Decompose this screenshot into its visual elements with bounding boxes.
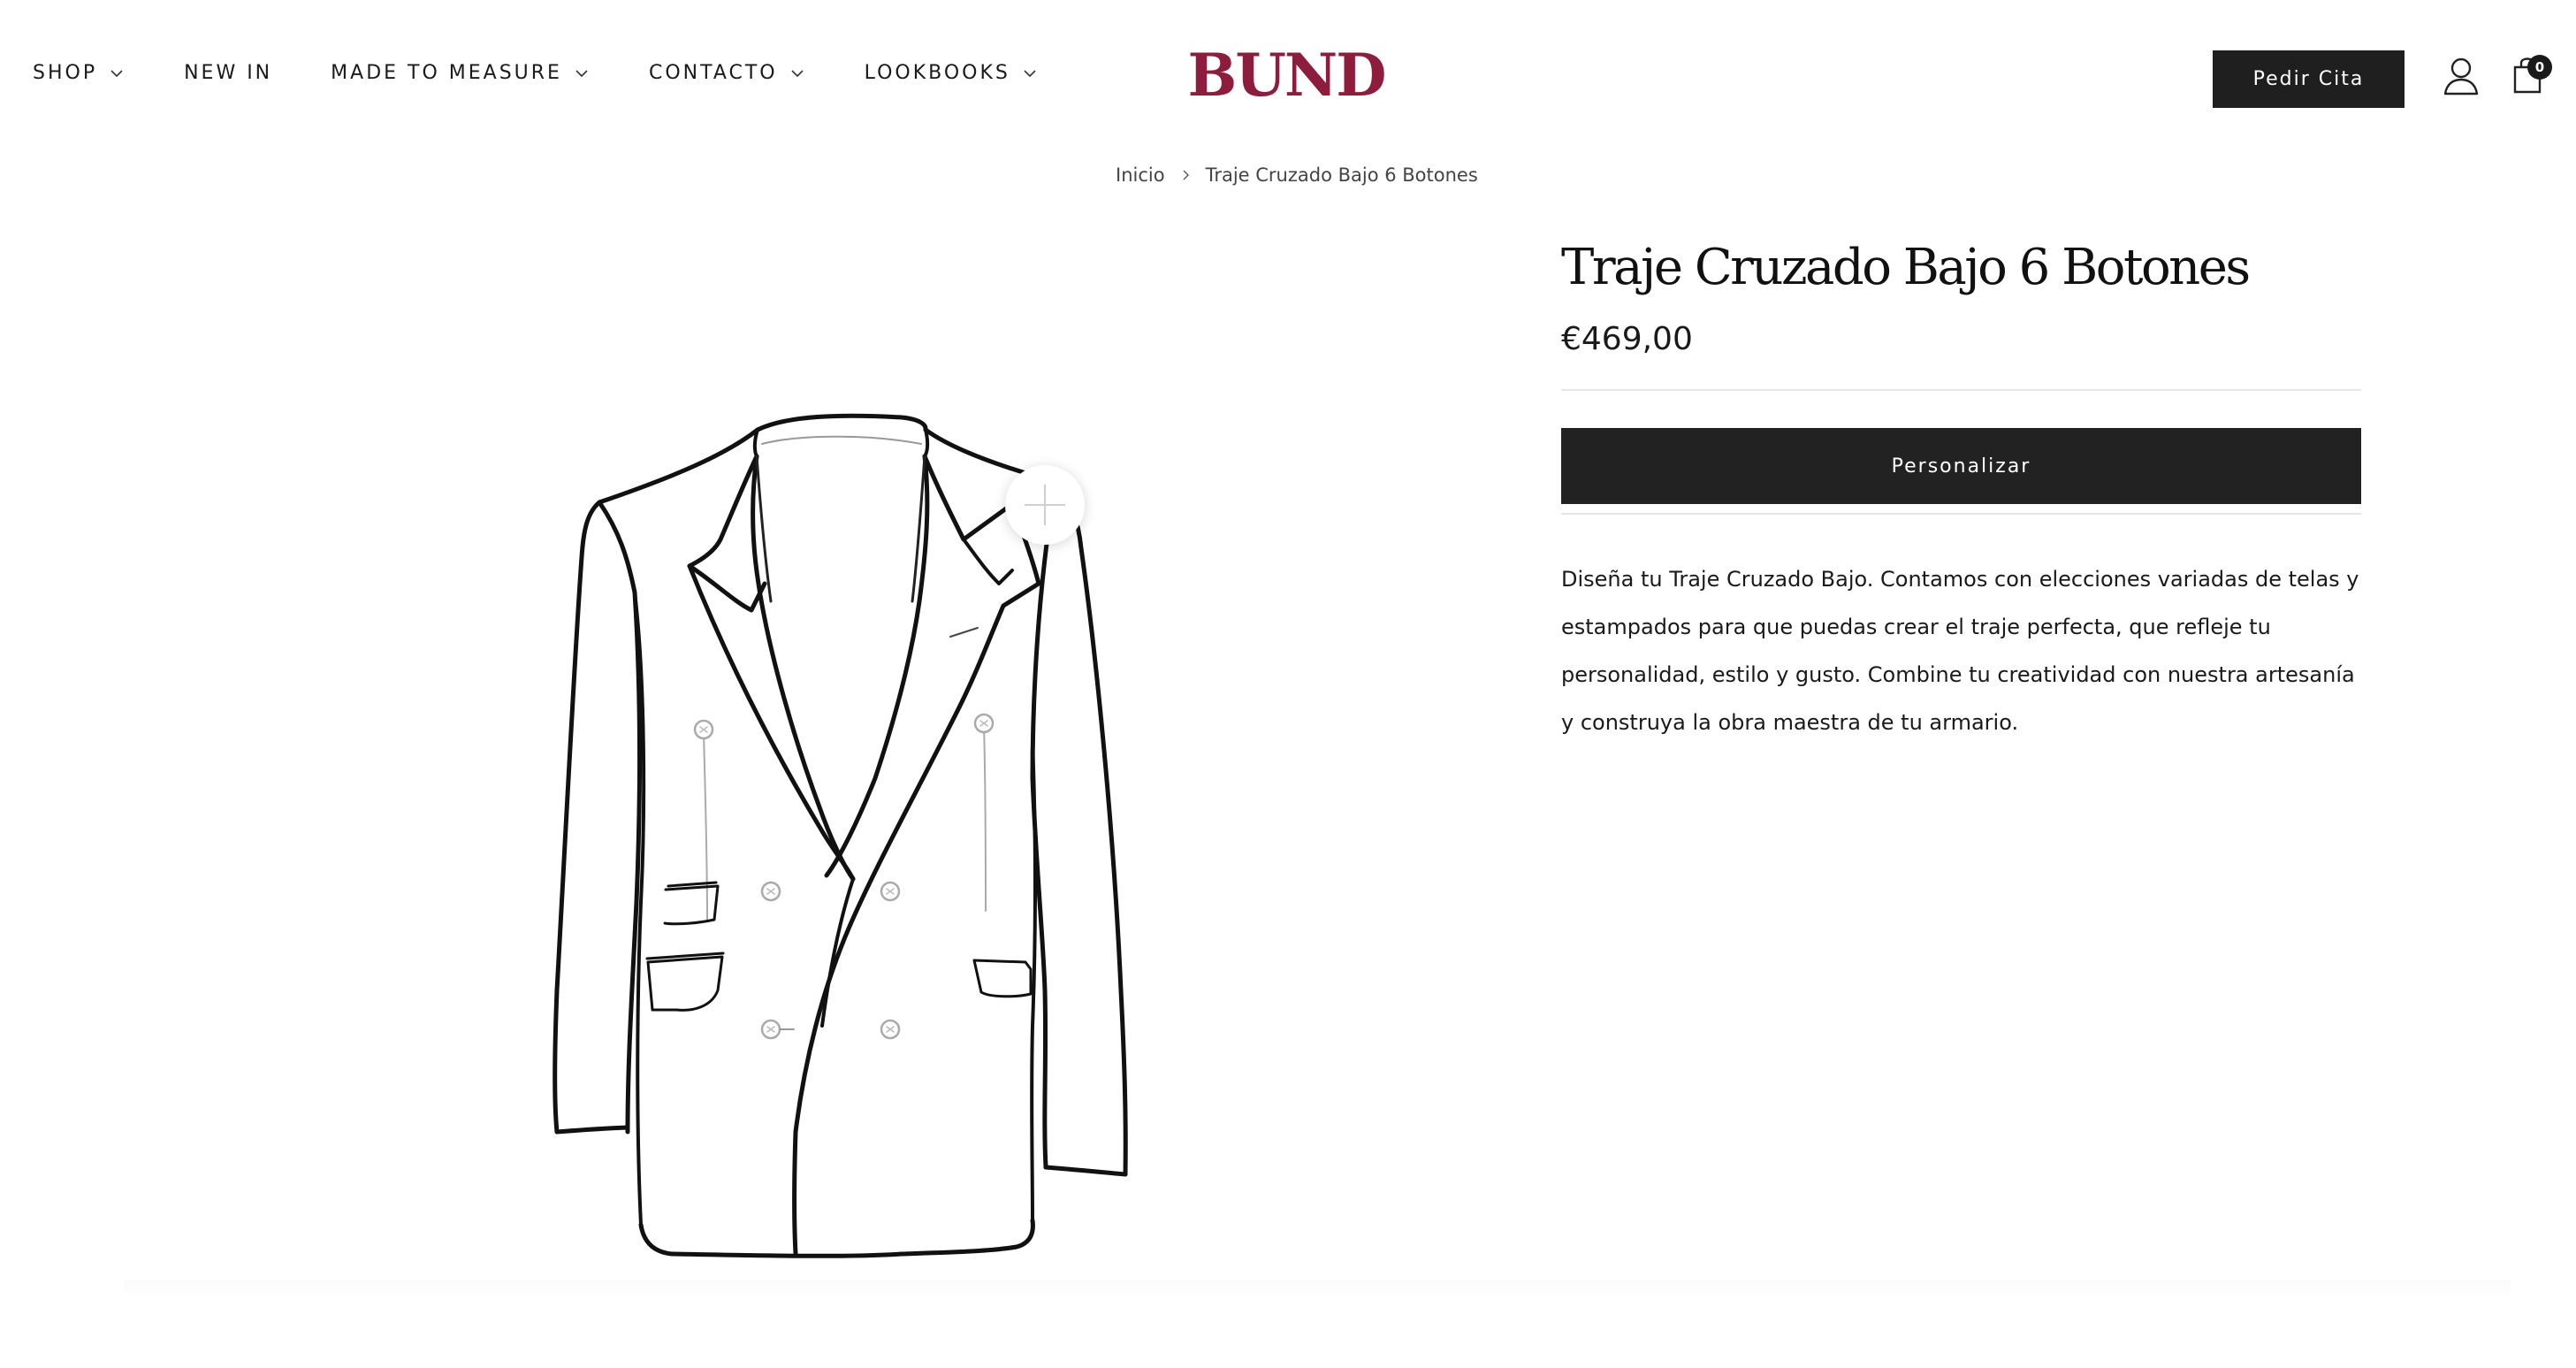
chevron-down-icon — [111, 69, 123, 77]
nav-item-label: SHOP — [33, 62, 98, 84]
chevron-down-icon — [791, 69, 804, 77]
main-nav: SHOP NEW IN MADE TO MEASURE CONTACTO LOO… — [33, 62, 1097, 84]
nav-item-new-in[interactable]: NEW IN — [184, 62, 272, 84]
gallery-bottom-fade — [124, 1280, 2511, 1298]
personalize-button[interactable]: Personalizar — [1561, 428, 2361, 504]
chevron-down-icon — [575, 69, 588, 77]
nav-item-label: LOOKBOOKS — [864, 62, 1010, 84]
breadcrumb: Inicio Traje Cruzado Bajo 6 Botones — [1116, 164, 1478, 186]
nav-item-label: NEW IN — [184, 62, 273, 84]
product-description: Diseña tu Traje Cruzado Bajo. Contamos c… — [1561, 567, 2359, 735]
plus-icon — [1025, 485, 1065, 525]
divider — [1561, 389, 2361, 391]
brand-logo[interactable]: BUND — [1188, 35, 1387, 115]
zoom-button[interactable] — [1005, 465, 1085, 545]
nav-item-lookbooks[interactable]: LOOKBOOKS — [865, 62, 1039, 84]
book-appointment-button[interactable]: Pedir Cita — [2213, 50, 2405, 108]
divider — [1561, 513, 2361, 515]
product-title: Traje Cruzado Bajo 6 Botones — [1561, 239, 2251, 296]
nav-item-made-to-measure[interactable]: MADE TO MEASURE — [331, 62, 591, 84]
chevron-right-icon — [1183, 170, 1189, 180]
logo-text: BUND — [1187, 41, 1387, 110]
cart-count-badge: 0 — [2527, 55, 2552, 80]
breadcrumb-current: Traje Cruzado Bajo 6 Botones — [1205, 164, 1478, 186]
nav-item-contacto[interactable]: CONTACTO — [649, 62, 806, 84]
nav-item-label: MADE TO MEASURE — [331, 62, 562, 84]
user-icon[interactable] — [2443, 57, 2479, 96]
product-info: Traje Cruzado Bajo 6 Botones €469,00 Per… — [1561, 239, 2361, 746]
site-header: SHOP NEW IN MADE TO MEASURE CONTACTO LOO… — [0, 0, 2576, 156]
nav-item-shop[interactable]: SHOP — [33, 62, 126, 84]
product-price: €469,00 — [1561, 321, 1693, 357]
nav-item-label: CONTACTO — [648, 62, 778, 84]
chevron-down-icon — [1024, 69, 1036, 77]
breadcrumb-home-link[interactable]: Inicio — [1116, 164, 1165, 186]
product-image[interactable] — [495, 371, 1202, 1300]
